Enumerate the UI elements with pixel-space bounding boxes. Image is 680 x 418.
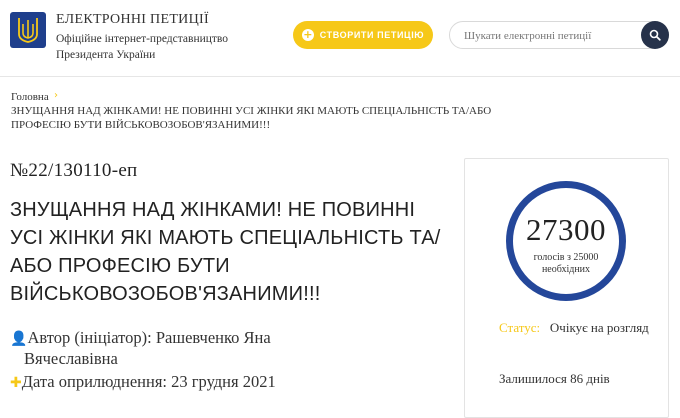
site-title[interactable]: ЕЛЕКТРОННІ ПЕТИЦІЇ	[56, 12, 209, 28]
site-header: ЕЛЕКТРОННІ ПЕТИЦІЇ Офіційне інтернет-пре…	[0, 0, 680, 77]
date-label: Дата оприлюднення:	[21, 372, 172, 391]
create-petition-button[interactable]: + СТВОРИТИ ПЕТИЦІЮ	[293, 21, 433, 49]
breadcrumb-current: ЗНУЩАННЯ НАД ЖІНКАМИ! НЕ ПОВИННІ УСІ ЖІН…	[11, 105, 492, 131]
days-remaining: Залишилося 86 днів	[499, 371, 610, 386]
petition-title: ЗНУЩАННЯ НАД ЖІНКАМИ! НЕ ПОВИННІ УСІ ЖІН…	[10, 199, 441, 305]
petition-number: №22/130110-еп	[10, 160, 138, 181]
votes-panel: 27300 голосів з 25000 необхідних Статус:…	[464, 158, 669, 418]
status-line: Статус: Очікує на розгляд	[499, 319, 649, 337]
votes-circle: 27300 голосів з 25000 необхідних	[506, 181, 626, 301]
search-input[interactable]	[462, 27, 636, 45]
create-petition-label: СТВОРИТИ ПЕТИЦІЮ	[319, 30, 425, 40]
plus-icon: +	[301, 28, 314, 41]
plus-icon: ✚	[10, 375, 22, 391]
votes-needed: голосів з 25000 необхідних	[533, 252, 599, 275]
author-label: Автор (ініціатор):	[27, 328, 156, 347]
date-value: 23 грудня 2021	[171, 372, 276, 391]
author-name-continued: Вячеславівна	[24, 349, 118, 368]
author-name: Рашевченко Яна	[155, 328, 271, 347]
trident-logo-icon[interactable]	[10, 12, 46, 48]
site-subtitle: Офіційне інтернет-представництво Президе…	[56, 33, 229, 61]
user-icon: 👤	[10, 331, 28, 347]
status-label: Статус:	[499, 320, 541, 335]
search-icon	[649, 29, 661, 41]
status-value: Очікує на розгляд	[549, 320, 649, 335]
chevron-right-icon: ›	[54, 90, 58, 101]
votes-count: 27300	[526, 212, 606, 247]
breadcrumb-home-link[interactable]: Головна	[11, 91, 49, 103]
search-box	[449, 21, 669, 49]
date-line: ✚Дата оприлюднення: 23 грудня 2021	[10, 371, 276, 394]
author-line: 👤Автор (ініціатор): Рашевченко Яна	[10, 327, 271, 350]
search-button[interactable]	[641, 21, 669, 49]
